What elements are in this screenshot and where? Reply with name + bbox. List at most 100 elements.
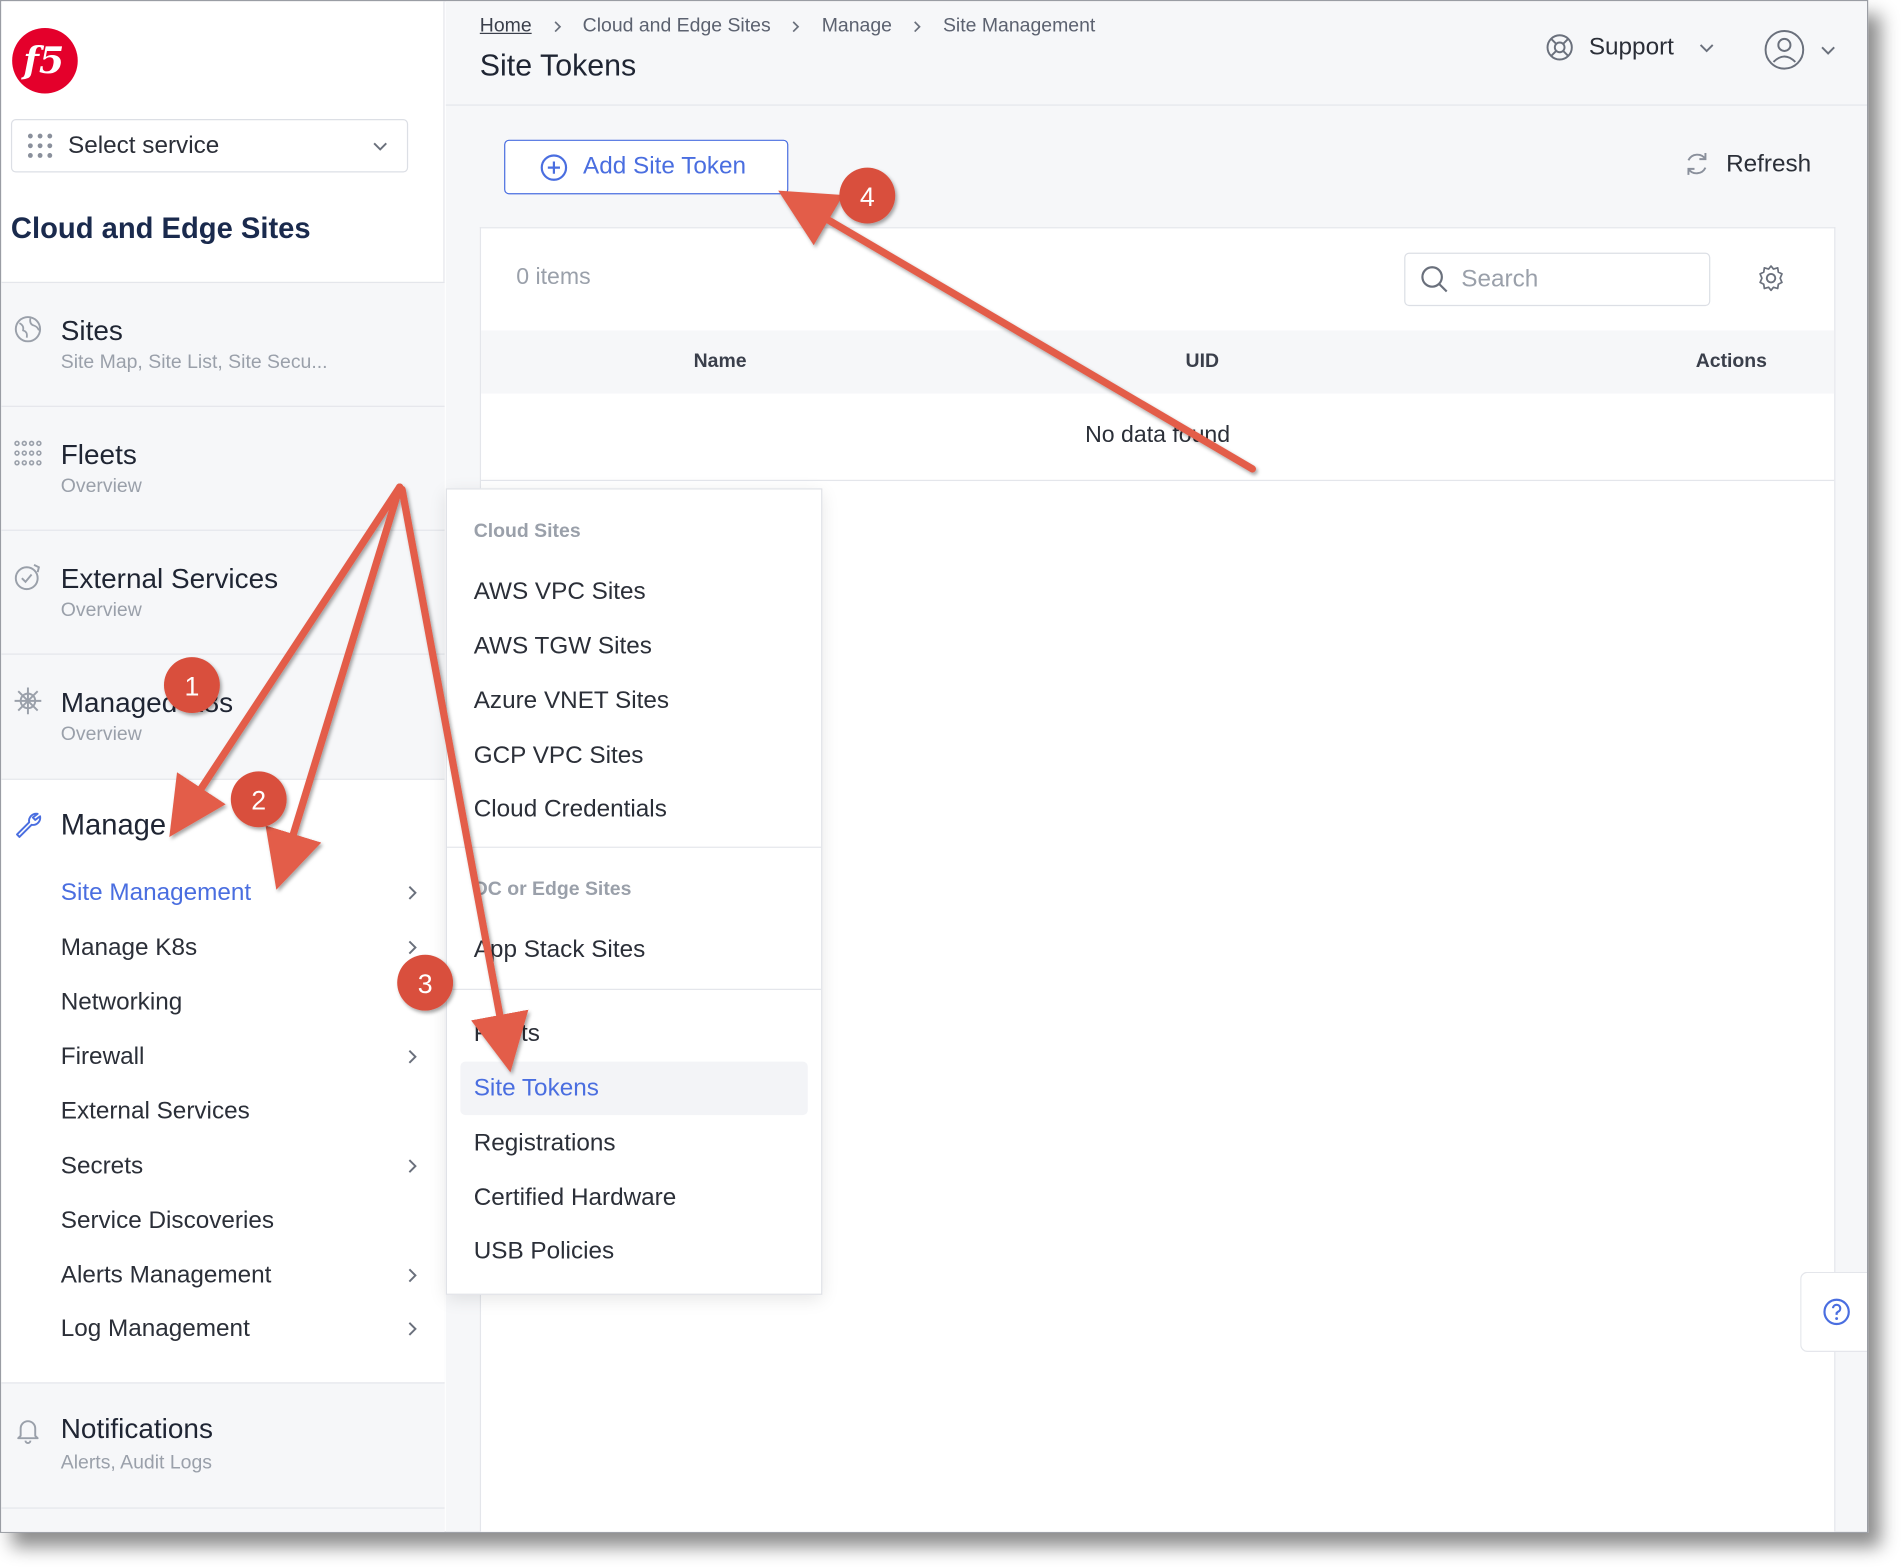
menu-item-azure-vnet-sites[interactable]: Azure VNET Sites bbox=[474, 688, 669, 716]
chevron-right-icon bbox=[914, 21, 922, 33]
refresh-icon bbox=[1687, 153, 1707, 175]
refresh-label: Refresh bbox=[1726, 150, 1812, 177]
add-site-token-label: Add Site Token bbox=[583, 153, 747, 180]
nav-group-subtitle: Overview bbox=[60, 723, 142, 745]
chevron-right-icon bbox=[408, 1268, 417, 1283]
menu-item-aws-vpc-sites[interactable]: AWS VPC Sites bbox=[474, 578, 646, 606]
nav-group-title: Fleets bbox=[60, 438, 137, 471]
nav-group-partial bbox=[1, 1507, 445, 1532]
sidebar-item-external-services[interactable]: External Services bbox=[61, 1098, 425, 1126]
nav-manage-title[interactable]: Manage bbox=[61, 809, 166, 843]
sidebar-item-label: Alerts Management bbox=[60, 1262, 272, 1289]
menu-item-aws-tgw-sites[interactable]: AWS TGW Sites bbox=[474, 633, 652, 661]
menu-item-gcp-vpc-sites[interactable]: GCP VPC Sites bbox=[474, 742, 644, 770]
menu-item-usb-policies[interactable]: USB Policies bbox=[474, 1238, 614, 1266]
sidebar-item-label: Networking bbox=[60, 988, 183, 1016]
breadcrumb-home[interactable]: Home bbox=[480, 16, 532, 38]
f5-logo[interactable]: f5 bbox=[11, 27, 79, 95]
wrench-icon bbox=[16, 812, 42, 838]
sidebar-item-manage-k8s[interactable]: Manage K8s bbox=[61, 934, 425, 962]
chevron-right-icon bbox=[408, 1050, 417, 1064]
helm-icon bbox=[14, 687, 42, 715]
sidebar-item-log-management[interactable]: Log Management bbox=[61, 1316, 425, 1344]
sidebar-item-label: Firewall bbox=[60, 1043, 145, 1071]
sidebar-item-label: Site Management bbox=[60, 879, 252, 907]
nav-group-title: Notifications bbox=[60, 1412, 213, 1445]
section-title: Cloud and Edge Sites bbox=[10, 212, 311, 246]
chevron-right-icon bbox=[554, 21, 561, 33]
chevron-right-icon bbox=[793, 21, 800, 33]
sidebar-item-label: Secrets bbox=[60, 1152, 144, 1180]
user-avatar-icon bbox=[1764, 30, 1805, 70]
refresh-button[interactable]: Refresh bbox=[1682, 149, 1811, 178]
sidebar-item-networking[interactable]: Networking bbox=[61, 989, 425, 1017]
nav-group-sites[interactable]: Sites Site Map, Site List, Site Secu... bbox=[1, 281, 445, 406]
nav-group-external-services[interactable]: External Services Overview bbox=[1, 529, 445, 654]
sidebar-item-service-discoveries[interactable]: Service Discoveries bbox=[61, 1207, 425, 1235]
nav-group-title: External Services bbox=[60, 562, 279, 594]
sidebar: f5 Select service Cloud and Edge Sites S… bbox=[1, 1, 445, 1532]
breadcrumb-site-management[interactable]: Site Management bbox=[943, 16, 1095, 38]
sidebar-item-secrets[interactable]: Secrets bbox=[61, 1153, 425, 1181]
chevron-down-icon bbox=[1699, 44, 1714, 53]
menu-item-site-tokens[interactable]: Site Tokens bbox=[474, 1075, 599, 1103]
nav-group-manage: Manage Site Management Manage K8s Networ… bbox=[1, 778, 445, 1383]
dropdown-divider bbox=[447, 846, 822, 848]
table-empty-state: No data found bbox=[481, 394, 1835, 482]
nav-group-notifications[interactable]: Notifications Alerts, Audit Logs bbox=[1, 1382, 445, 1508]
search-icon bbox=[1421, 266, 1448, 293]
sidebar-item-firewall[interactable]: Firewall bbox=[61, 1043, 425, 1071]
chevron-down-icon bbox=[1821, 46, 1835, 55]
menu-item-certified-hardware[interactable]: Certified Hardware bbox=[474, 1184, 677, 1212]
shield-check-icon bbox=[14, 563, 41, 591]
nav-group-managed-k8s[interactable]: Managed K8s Overview bbox=[1, 653, 445, 779]
sidebar-item-label: Log Management bbox=[60, 1315, 250, 1343]
fleets-icon bbox=[14, 440, 42, 466]
breadcrumb: Home Cloud and Edge Sites Manage Site Ma… bbox=[480, 16, 1095, 38]
sidebar-item-alerts-management[interactable]: Alerts Management bbox=[61, 1262, 425, 1290]
page-title: Site Tokens bbox=[479, 48, 637, 83]
service-select[interactable]: Select service bbox=[10, 119, 409, 173]
support-menu[interactable]: Support bbox=[1545, 33, 1715, 62]
column-header-actions: Actions bbox=[1695, 351, 1767, 372]
sidebar-item-label: External Services bbox=[60, 1098, 250, 1125]
chevron-down-icon bbox=[373, 142, 387, 151]
globe-icon bbox=[14, 316, 42, 343]
column-header-uid[interactable]: UID bbox=[1186, 351, 1219, 373]
nav-group-subtitle: Site Map, Site List, Site Secu... bbox=[60, 352, 328, 373]
nav-group-subtitle: Overview bbox=[60, 600, 142, 621]
sidebar-item-site-management[interactable]: Site Management bbox=[61, 879, 425, 907]
gear-icon[interactable] bbox=[1756, 264, 1785, 293]
column-header-name[interactable]: Name bbox=[694, 351, 747, 373]
chevron-right-icon bbox=[408, 1159, 417, 1173]
empty-message: No data found bbox=[1085, 422, 1231, 449]
plus-circle-icon bbox=[540, 153, 568, 181]
menu-item-registrations[interactable]: Registrations bbox=[474, 1130, 616, 1158]
nav-group-fleets[interactable]: Fleets Overview bbox=[1, 405, 445, 530]
search-box[interactable] bbox=[1404, 252, 1711, 307]
help-button[interactable] bbox=[1800, 1271, 1867, 1352]
support-label: Support bbox=[1588, 33, 1674, 61]
lifebuoy-icon bbox=[1546, 34, 1573, 61]
menu-item-cloud-credentials[interactable]: Cloud Credentials bbox=[474, 796, 667, 824]
menu-item-app-stack-sites[interactable]: App Stack Sites bbox=[474, 937, 646, 965]
nav-group-subtitle: Overview bbox=[60, 476, 142, 497]
nav-group-subtitle: Alerts, Audit Logs bbox=[60, 1452, 212, 1474]
chevron-right-icon bbox=[408, 1322, 417, 1336]
add-site-token-button[interactable]: Add Site Token bbox=[504, 139, 789, 195]
page-header: Home Cloud and Edge Sites Manage Site Ma… bbox=[445, 1, 1867, 106]
grid-icon bbox=[27, 133, 53, 158]
user-menu[interactable] bbox=[1764, 29, 1837, 70]
service-select-label: Select service bbox=[68, 131, 220, 159]
question-circle-icon bbox=[1822, 1298, 1850, 1326]
search-input[interactable] bbox=[1461, 265, 1705, 294]
sidebar-item-label: Manage K8s bbox=[60, 934, 198, 961]
dropdown-divider bbox=[447, 988, 822, 990]
chevron-right-icon bbox=[408, 886, 417, 900]
breadcrumb-manage[interactable]: Manage bbox=[822, 16, 892, 38]
nav-group-title: Managed K8s bbox=[60, 686, 234, 718]
breadcrumb-cloud-edge-sites[interactable]: Cloud and Edge Sites bbox=[583, 16, 771, 38]
menu-item-fleets[interactable]: Fleets bbox=[474, 1020, 540, 1048]
chevron-right-icon bbox=[408, 940, 417, 955]
app-window: f5 Select service Cloud and Edge Sites S… bbox=[0, 0, 1869, 1533]
